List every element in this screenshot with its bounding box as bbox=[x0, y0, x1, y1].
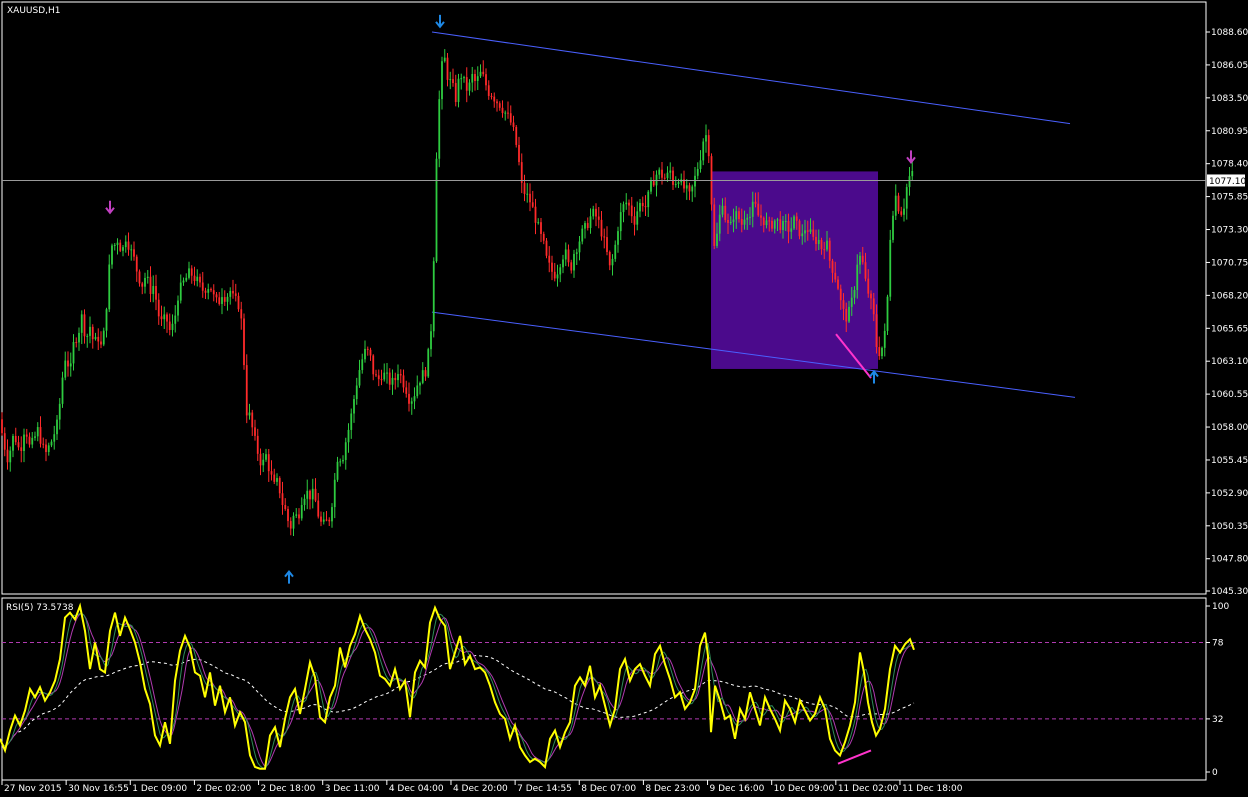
price-tick-label: 1070.75 bbox=[1211, 258, 1248, 268]
price-tick-label: 1083.50 bbox=[1211, 94, 1248, 104]
time-tick-label: 4 Dec 04:00 bbox=[389, 784, 444, 794]
candle bbox=[515, 124, 518, 148]
candle bbox=[438, 90, 441, 168]
price-tick-label: 1086.05 bbox=[1211, 61, 1248, 71]
price-tick-label: 1045.30 bbox=[1211, 587, 1248, 597]
candle bbox=[432, 257, 435, 338]
candle bbox=[243, 313, 245, 370]
time-tick-label: 10 Dec 09:00 bbox=[774, 784, 835, 794]
symbol-label: XAUUSD,H1 bbox=[7, 6, 61, 16]
time-tick-label: 1 Dec 09:00 bbox=[132, 784, 187, 794]
highlight-zone bbox=[711, 171, 878, 369]
time-tick-label: 27 Nov 2015 bbox=[4, 784, 62, 794]
zone-layer bbox=[711, 171, 878, 369]
price-tick-label: 1063.10 bbox=[1211, 357, 1248, 367]
candle bbox=[897, 192, 900, 214]
candle bbox=[886, 294, 889, 336]
price-tick-label: 1055.45 bbox=[1211, 456, 1248, 466]
time-tick-label: 2 Dec 02:00 bbox=[196, 784, 251, 794]
price-tick-label: 1075.85 bbox=[1211, 193, 1248, 203]
candle bbox=[427, 347, 430, 379]
price-tick-label: 1078.40 bbox=[1211, 160, 1248, 170]
time-tick-label: 4 Dec 20:00 bbox=[453, 784, 508, 794]
price-tick-label: 1058.00 bbox=[1211, 423, 1248, 433]
price-tick-label: 1052.90 bbox=[1211, 489, 1248, 499]
price-tick-label: 1073.30 bbox=[1211, 226, 1248, 236]
time-tick-label: 7 Dec 14:55 bbox=[517, 784, 572, 794]
time-tick-label: 11 Dec 18:00 bbox=[902, 784, 963, 794]
candle bbox=[889, 229, 892, 301]
candle bbox=[710, 153, 713, 211]
candle bbox=[713, 197, 716, 250]
time-tick-label: 8 Dec 23:00 bbox=[645, 784, 700, 794]
price-tick-label: 1060.55 bbox=[1211, 390, 1248, 400]
price-tick-label: 1065.65 bbox=[1211, 324, 1248, 334]
candle bbox=[793, 214, 795, 231]
rsi-tick-label: 100 bbox=[1212, 602, 1229, 612]
price-tick-label: 1080.95 bbox=[1211, 127, 1248, 137]
current-price-label: 1077.10 bbox=[1209, 177, 1246, 187]
candle bbox=[435, 152, 438, 263]
price-tick-label: 1068.20 bbox=[1211, 291, 1248, 301]
price-tick-label: 1047.80 bbox=[1211, 555, 1248, 565]
rsi-tick-label: 32 bbox=[1212, 715, 1223, 725]
candle bbox=[545, 238, 548, 259]
rsi-tick-label: 0 bbox=[1212, 768, 1218, 778]
time-tick-label: 11 Dec 02:00 bbox=[838, 784, 899, 794]
rsi-label: RSI(5) 73.5738 bbox=[6, 603, 74, 613]
time-tick-label: 8 Dec 07:00 bbox=[581, 784, 636, 794]
time-tick-label: 30 Nov 16:55 bbox=[68, 784, 129, 794]
time-tick-label: 2 Dec 18:00 bbox=[261, 784, 316, 794]
time-tick-label: 3 Dec 11:00 bbox=[325, 784, 380, 794]
rsi-tick-label: 78 bbox=[1212, 639, 1224, 649]
chart-canvas[interactable]: XAUUSD,H1 1077.10 1088.60 1086.05 1083.50 1… bbox=[0, 0, 1248, 797]
price-tick-label: 1088.60 bbox=[1211, 28, 1248, 38]
time-tick-label: 9 Dec 16:00 bbox=[710, 784, 765, 794]
price-tick-label: 1050.35 bbox=[1211, 522, 1248, 532]
